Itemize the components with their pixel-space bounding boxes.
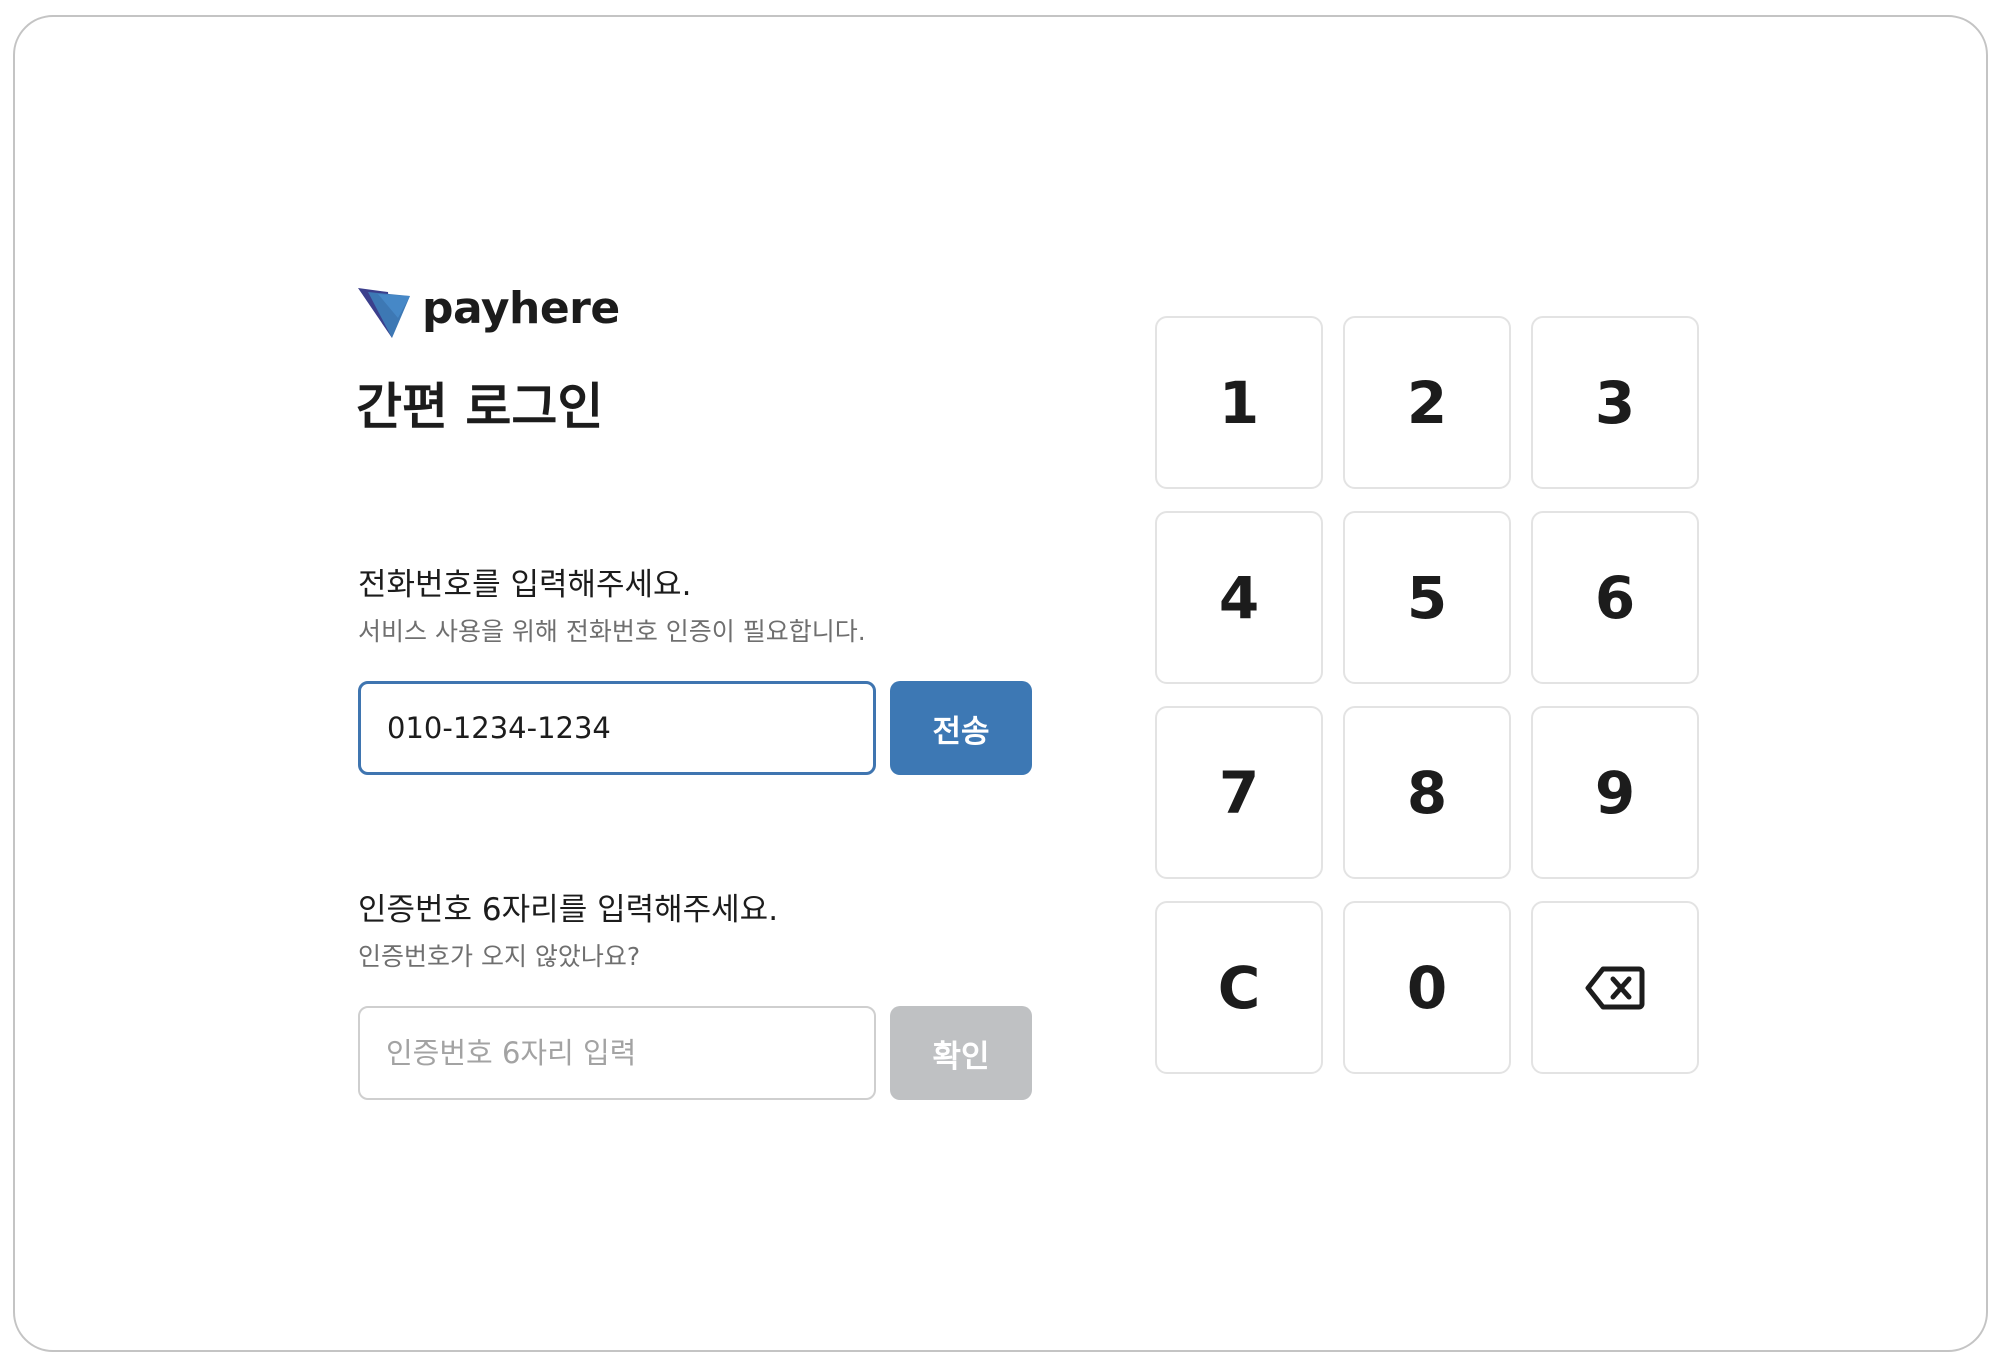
keypad-key-0[interactable]: 0 xyxy=(1343,901,1511,1074)
code-label: 인증번호 6자리를 입력해주세요. xyxy=(358,892,779,928)
keypad-key-6[interactable]: 6 xyxy=(1531,511,1699,684)
backspace-icon xyxy=(1585,966,1645,1009)
payhere-logo-icon xyxy=(358,288,410,338)
send-button[interactable]: 전송 xyxy=(890,681,1032,775)
keypad-key-3[interactable]: 3 xyxy=(1531,316,1699,489)
brand-logo: payhere xyxy=(358,284,620,338)
keypad-key-clear[interactable]: C xyxy=(1155,901,1323,1074)
phone-label: 전화번호를 입력해주세요. xyxy=(358,567,692,603)
keypad-key-1[interactable]: 1 xyxy=(1155,316,1323,489)
phone-help-text: 서비스 사용을 위해 전화번호 인증이 필요합니다. xyxy=(358,617,866,646)
keypad-key-8[interactable]: 8 xyxy=(1343,706,1511,879)
keypad-key-9[interactable]: 9 xyxy=(1531,706,1699,879)
keypad-key-7[interactable]: 7 xyxy=(1155,706,1323,879)
number-keypad: 1 2 3 4 5 6 7 8 9 C 0 xyxy=(1155,316,1699,1074)
phone-input[interactable] xyxy=(358,681,876,775)
keypad-key-2[interactable]: 2 xyxy=(1343,316,1511,489)
keypad-key-backspace[interactable] xyxy=(1531,901,1699,1074)
code-input[interactable] xyxy=(358,1006,876,1100)
code-help-link[interactable]: 인증번호가 오지 않았나요? xyxy=(358,941,640,973)
keypad-key-4[interactable]: 4 xyxy=(1155,511,1323,684)
brand-name: payhere xyxy=(422,283,620,334)
keypad-key-5[interactable]: 5 xyxy=(1343,511,1511,684)
page-title: 간편 로그인 xyxy=(356,378,604,436)
confirm-button[interactable]: 확인 xyxy=(890,1006,1032,1100)
